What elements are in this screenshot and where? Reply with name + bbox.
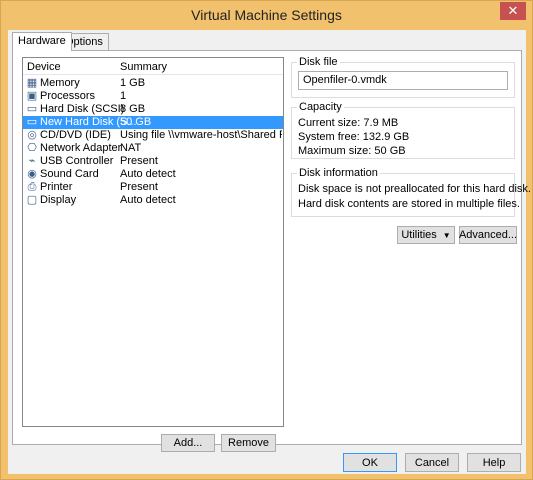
close-button[interactable]: ✕ [500, 2, 526, 20]
window-title: Virtual Machine Settings [191, 7, 342, 23]
title-bar[interactable]: Virtual Machine Settings ✕ [1, 1, 532, 29]
device-row[interactable]: ⎙ Printer Present [23, 181, 283, 194]
device-row[interactable]: ▦ Memory 1 GB [23, 77, 283, 90]
device-column-header[interactable]: Device [27, 61, 61, 73]
disk-file-value: Openfiler-0.vmdk [303, 74, 387, 86]
device-summary: 8 GB [120, 103, 146, 115]
advanced-label: Advanced... [458, 229, 518, 241]
device-row[interactable]: ⎔ Network Adapter NAT [23, 142, 283, 155]
add-button-label: Add... [173, 437, 203, 449]
utilities-label: Utilities [401, 229, 437, 241]
device-summary: Auto detect [120, 194, 176, 206]
sound-card-icon: ◉ [27, 167, 37, 180]
device-row[interactable]: ▭ Hard Disk (SCSI) 8 GB [23, 103, 283, 116]
processor-icon: ▣ [26, 89, 38, 102]
device-summary: Present [120, 181, 158, 193]
display-icon: ▢ [26, 193, 38, 206]
device-name: Hard Disk (SCSI) [40, 103, 125, 115]
device-summary: NAT [120, 142, 142, 154]
network-adapter-icon: ⎔ [27, 141, 37, 154]
summary-column-header[interactable]: Summary [120, 61, 167, 73]
device-list-header: Device Summary [23, 58, 283, 75]
device-name: Memory [40, 77, 80, 89]
device-name: Processors [40, 90, 96, 102]
help-label: Help [482, 456, 506, 469]
usb-controller-icon: ⌁ [28, 154, 36, 167]
disk-info-line-1: Disk space is not preallocated for this … [298, 183, 531, 195]
virtual-machine-settings-window: Virtual Machine Settings ✕ Hardware Opti… [0, 0, 533, 480]
utilities-button[interactable]: Utilities ▼ [397, 226, 455, 244]
device-summary: 1 GB [120, 77, 146, 89]
disk-information-group: Disk information Disk space is not preal… [291, 167, 531, 217]
capacity-group: Capacity Current size: 7.9 MB System fre… [291, 101, 515, 159]
advanced-button[interactable]: Advanced... [459, 226, 517, 244]
device-row[interactable]: ◉ Sound Card Auto detect [23, 168, 283, 181]
maximum-size-text: Maximum size: 50 GB [298, 145, 406, 157]
memory-icon: ▦ [26, 76, 38, 89]
device-name: Sound Card [40, 168, 99, 180]
device-row[interactable]: ◎ CD/DVD (IDE) Using file \\vmware-host\Sh… [23, 129, 283, 142]
device-name: Display [40, 194, 77, 206]
help-button[interactable]: Help [467, 453, 521, 472]
printer-icon: ⎙ [27, 180, 37, 193]
add-button[interactable]: Add... [161, 434, 215, 452]
disk-info-line-2: Hard disk contents are stored in multipl… [298, 198, 520, 210]
system-free-text: System free: 132.9 GB [298, 131, 410, 143]
hardware-tab-panel: Device Summary ▦ Memory 1 GB ▣ Processors 1 ▭ H… [12, 50, 531, 452]
close-icon: ✕ [507, 3, 519, 18]
disk-file-group: Disk file Openfiler-0.vmdk [291, 56, 515, 98]
device-name: Printer [40, 181, 73, 193]
device-row[interactable]: ▢ Display Auto detect [23, 194, 283, 207]
dialog-body: Hardware Options Device Summary ▦ Memory 1… [8, 30, 531, 474]
device-row[interactable]: ▣ Processors 1 [23, 90, 283, 103]
disk-file-title: Disk file [297, 56, 340, 68]
device-name: USB Controller [40, 155, 114, 167]
device-summary: Present [120, 155, 158, 167]
dropdown-arrow-icon: ▼ [442, 230, 451, 240]
capacity-title: Capacity [297, 101, 344, 113]
device-name: Network Adapter [40, 142, 122, 154]
device-row[interactable]: ⌁ USB Controller Present [23, 155, 283, 168]
device-summary: Auto detect [120, 168, 176, 180]
device-summary: 50 GB [120, 116, 152, 128]
cd-dvd-icon: ◎ [27, 128, 37, 141]
current-size-text: Current size: 7.9 MB [298, 117, 399, 129]
remove-button[interactable]: Remove [221, 434, 276, 452]
ok-button[interactable]: OK [343, 453, 397, 472]
device-name: CD/DVD (IDE) [40, 129, 111, 141]
ok-label: OK [362, 456, 378, 469]
disk-file-field[interactable]: Openfiler-0.vmdk [298, 71, 508, 90]
hard-disk-icon: ▭ [26, 115, 38, 128]
device-summary: 1 [120, 90, 127, 102]
disk-information-title: Disk information [297, 167, 380, 179]
tab-hardware[interactable]: Hardware [12, 32, 72, 51]
remove-button-label: Remove [228, 437, 269, 449]
cancel-label: Cancel [414, 456, 450, 469]
hard-disk-icon: ▭ [26, 102, 38, 115]
cancel-button[interactable]: Cancel [405, 453, 459, 472]
device-row[interactable]: ▭ New Hard Disk (S... 50 GB [23, 116, 283, 129]
tab-hardware-label: Hardware [18, 35, 66, 47]
device-list[interactable]: Device Summary ▦ Memory 1 GB ▣ Processors 1 ▭ H… [22, 57, 284, 427]
device-summary: Using file \\vmware-host\Shared Folde... [120, 129, 282, 141]
